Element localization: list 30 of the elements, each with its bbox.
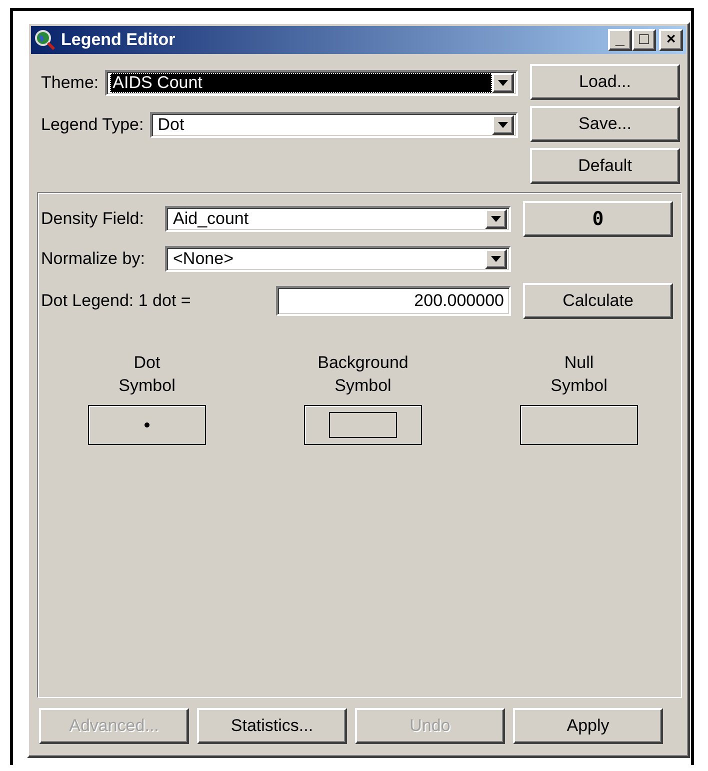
dot-value-field[interactable]: 200.000000 [276, 286, 511, 316]
density-field-dropdown[interactable]: Aid_count [165, 206, 511, 232]
field-label: Legend Type: [41, 115, 144, 135]
side-button[interactable]: Load... [530, 64, 680, 100]
rectangle-icon [329, 412, 397, 438]
symbol-swatch[interactable] [88, 405, 206, 445]
side-button[interactable]: Default [530, 148, 680, 184]
dialog-button[interactable]: Statistics... [197, 708, 347, 744]
symbol-swatch[interactable] [304, 405, 422, 445]
maximize-button[interactable]: □ [632, 29, 656, 51]
legend-type-dropdown[interactable]: Dot [150, 112, 518, 138]
symbol-label: Null Symbol [550, 352, 608, 397]
calculate-button[interactable]: Calculate [523, 283, 673, 319]
count-button[interactable]: 0 [523, 201, 673, 237]
theme-dropdown[interactable]: AIDS Count [104, 70, 518, 96]
close-button[interactable]: × [659, 29, 683, 51]
dialog-button[interactable]: Apply [513, 708, 663, 744]
symbol-swatch[interactable] [520, 405, 638, 445]
globe-magnifier-icon [34, 29, 56, 51]
symbol-label: Background Symbol [318, 352, 408, 397]
field-label: Dot Legend: 1 dot = [41, 291, 192, 311]
normalize-dropdown[interactable]: <None> [165, 246, 511, 272]
symbol-label: Dot Symbol [118, 352, 176, 397]
field-label: Normalize by: [41, 249, 146, 269]
field-label: Density Field: [41, 209, 145, 229]
field-label: Theme: [41, 73, 99, 93]
minimize-button[interactable]: _ [608, 29, 632, 51]
window-title: Legend Editor [61, 30, 176, 50]
dot-icon [144, 422, 150, 428]
side-button[interactable]: Save... [530, 106, 680, 142]
